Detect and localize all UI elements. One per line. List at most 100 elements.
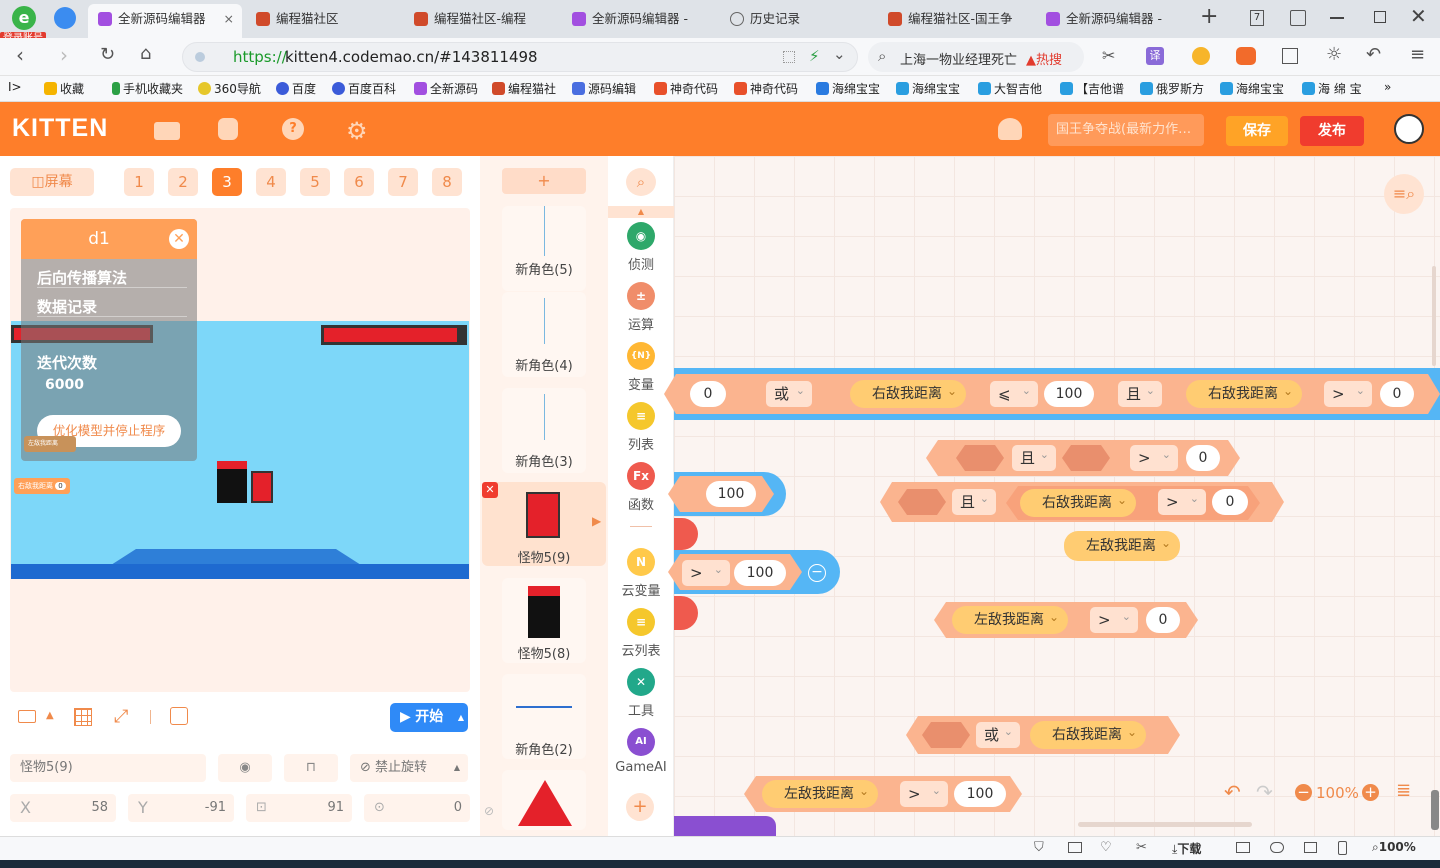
screen-toggle-button[interactable]: ◫屏幕	[10, 168, 94, 196]
compare-dropdown[interactable]: >	[1158, 486, 1206, 515]
number-input[interactable]: 0	[1186, 445, 1220, 471]
ninja-sprite[interactable]	[217, 461, 247, 503]
bookmark-item[interactable]: 神奇代码	[654, 80, 718, 97]
grid-icon[interactable]	[74, 708, 92, 726]
scroll-up-indicator[interactable]: ▲	[608, 206, 674, 218]
tab-close-icon[interactable]: ×	[224, 4, 234, 34]
menu-icon[interactable]: ≡	[1410, 44, 1425, 65]
back-icon[interactable]: ‹	[16, 43, 24, 67]
empty-boolean-slot[interactable]	[1062, 445, 1110, 471]
lock-toggle[interactable]: ⊓	[284, 754, 338, 782]
number-input[interactable]: 100	[1044, 381, 1094, 407]
category-lists[interactable]: ≡ 列表	[608, 402, 674, 453]
scene-tab-4[interactable]: 4	[256, 168, 286, 196]
number-input[interactable]: 100	[954, 781, 1006, 807]
new-tab-button[interactable]: +	[1200, 4, 1218, 29]
align-blocks-icon[interactable]: ≣	[1396, 780, 1411, 801]
remove-param-icon[interactable]: −	[808, 564, 826, 582]
translate-button[interactable]: 译	[1146, 47, 1164, 65]
category-cloud-lists[interactable]: ≡ 云列表	[608, 608, 674, 659]
cloud-icon[interactable]	[1270, 842, 1284, 853]
search-blocks-button[interactable]: ⌕	[626, 168, 656, 196]
print-icon[interactable]	[1236, 842, 1250, 853]
more-bookmarks[interactable]: »	[1384, 80, 1391, 94]
publish-button[interactable]: 发布	[1300, 116, 1364, 146]
address-bar[interactable]: https:// kitten4.codemao.cn/#143811498 ⚡…	[182, 42, 858, 72]
variable-reporter[interactable]: 右敌我距离	[850, 377, 966, 408]
bookmark-item[interactable]: 360导航	[198, 80, 261, 97]
number-input[interactable]: 0	[1146, 607, 1180, 633]
variable-monitor[interactable]: 右敌我距离 0	[14, 478, 70, 494]
empty-boolean-slot[interactable]	[956, 445, 1004, 471]
bookmark-item[interactable]: 海绵宝宝	[896, 80, 960, 97]
purple-block[interactable]	[674, 816, 776, 836]
bookmark-item[interactable]: 海绵宝宝	[816, 80, 880, 97]
bookmark-item[interactable]: 大智吉他	[978, 80, 1042, 97]
bookmark-item[interactable]: 百度	[276, 80, 316, 97]
scene-tab-8[interactable]: 8	[432, 168, 462, 196]
number-input[interactable]: 100	[734, 560, 786, 586]
folder-icon[interactable]	[154, 122, 180, 140]
bookmark-item[interactable]: 百度百科	[332, 80, 396, 97]
rotation-select[interactable]: ⊘ 禁止旋转 ▲	[350, 754, 468, 782]
variable-reporter[interactable]: 右敌我距离	[1020, 486, 1136, 517]
sprite-card[interactable]	[502, 206, 586, 291]
undo-icon[interactable]: ↶	[1366, 44, 1381, 65]
compare-dropdown[interactable]: >	[1130, 442, 1178, 471]
redo-code-icon[interactable]: ↷	[1256, 780, 1273, 804]
bookmark-item[interactable]: 编程猫社	[492, 80, 556, 97]
number-input[interactable]: 0	[690, 381, 726, 407]
skin-icon[interactable]	[1290, 10, 1306, 26]
tab-3[interactable]: 全新源码编辑器 -	[562, 4, 716, 38]
brightness-icon[interactable]: ☼	[1326, 44, 1342, 65]
code-search-button[interactable]: ≡⌕	[1384, 174, 1424, 214]
image-icon[interactable]	[1068, 842, 1082, 853]
canvas-scrollbar-v[interactable]	[1432, 266, 1436, 366]
zoom-status[interactable]: ⌕100%	[1372, 840, 1416, 855]
record-icon[interactable]	[170, 707, 188, 725]
compare-dropdown[interactable]: ⩽	[990, 378, 1038, 407]
tab-5[interactable]: 编程猫社区-国王争	[878, 4, 1032, 38]
compare-dropdown[interactable]: >	[682, 557, 730, 586]
scissors-icon[interactable]: ✂	[1136, 840, 1147, 855]
visibility-toggle[interactable]: ◉	[218, 754, 272, 782]
category-functions[interactable]: Fx 函数	[608, 462, 674, 513]
close-window-icon[interactable]: ✕	[1410, 4, 1427, 28]
compare-dropdown[interactable]: >	[1324, 378, 1372, 407]
tab-6[interactable]: 全新源码编辑器 -	[1036, 4, 1190, 38]
qr-icon[interactable]	[783, 51, 795, 63]
variable-reporter[interactable]: 右敌我距离	[1030, 718, 1146, 749]
coin-icon[interactable]	[1192, 47, 1210, 65]
tab-4[interactable]: 历史记录	[720, 4, 874, 38]
sprite-card[interactable]	[502, 770, 586, 830]
delete-sprite-icon[interactable]: ✕	[482, 482, 498, 498]
settings-icon[interactable]: ⚙	[346, 117, 368, 145]
variable-reporter[interactable]: 左敌我距离	[762, 777, 878, 808]
category-cloud-variables[interactable]: N 云变量	[608, 548, 674, 599]
reload-icon[interactable]: ↻	[100, 44, 115, 65]
variable-reporter[interactable]: 右敌我距离	[1186, 377, 1302, 408]
lightning-icon[interactable]: ⚡	[809, 47, 820, 65]
logic-dropdown[interactable]: 且	[1118, 378, 1162, 407]
variable-reporter[interactable]: 左敌我距离	[1064, 528, 1180, 561]
bookmark-item[interactable]: 海绵宝宝	[1220, 80, 1284, 97]
bookmark-item[interactable]: 神奇代码	[734, 80, 798, 97]
compare-dropdown[interactable]: >	[900, 778, 948, 807]
bookmark-item[interactable]: 海 绵 宝	[1302, 80, 1362, 97]
canvas-scrollbar-h[interactable]	[1078, 822, 1252, 827]
x-field[interactable]: X 58	[10, 794, 116, 822]
caret-up-icon[interactable]: ▲	[458, 703, 464, 732]
add-sprite-button[interactable]: +	[502, 168, 586, 194]
bookmark-item[interactable]: 全新源码	[414, 80, 478, 97]
caret-up-icon[interactable]: ▲	[46, 710, 54, 721]
bookmarks-toggle[interactable]: I>	[8, 80, 22, 94]
avatar[interactable]	[1394, 114, 1424, 144]
bookmark-item[interactable]: 俄罗斯方	[1140, 80, 1204, 97]
zoom-in-icon[interactable]: +	[1362, 784, 1379, 801]
chevron-right-icon[interactable]: ▶	[592, 514, 601, 528]
y-field[interactable]: Y -91	[128, 794, 234, 822]
scene-tab-6[interactable]: 6	[344, 168, 374, 196]
scene-tab-5[interactable]: 5	[300, 168, 330, 196]
navigate-icon[interactable]	[54, 7, 76, 29]
apps-icon[interactable]	[1282, 48, 1298, 64]
